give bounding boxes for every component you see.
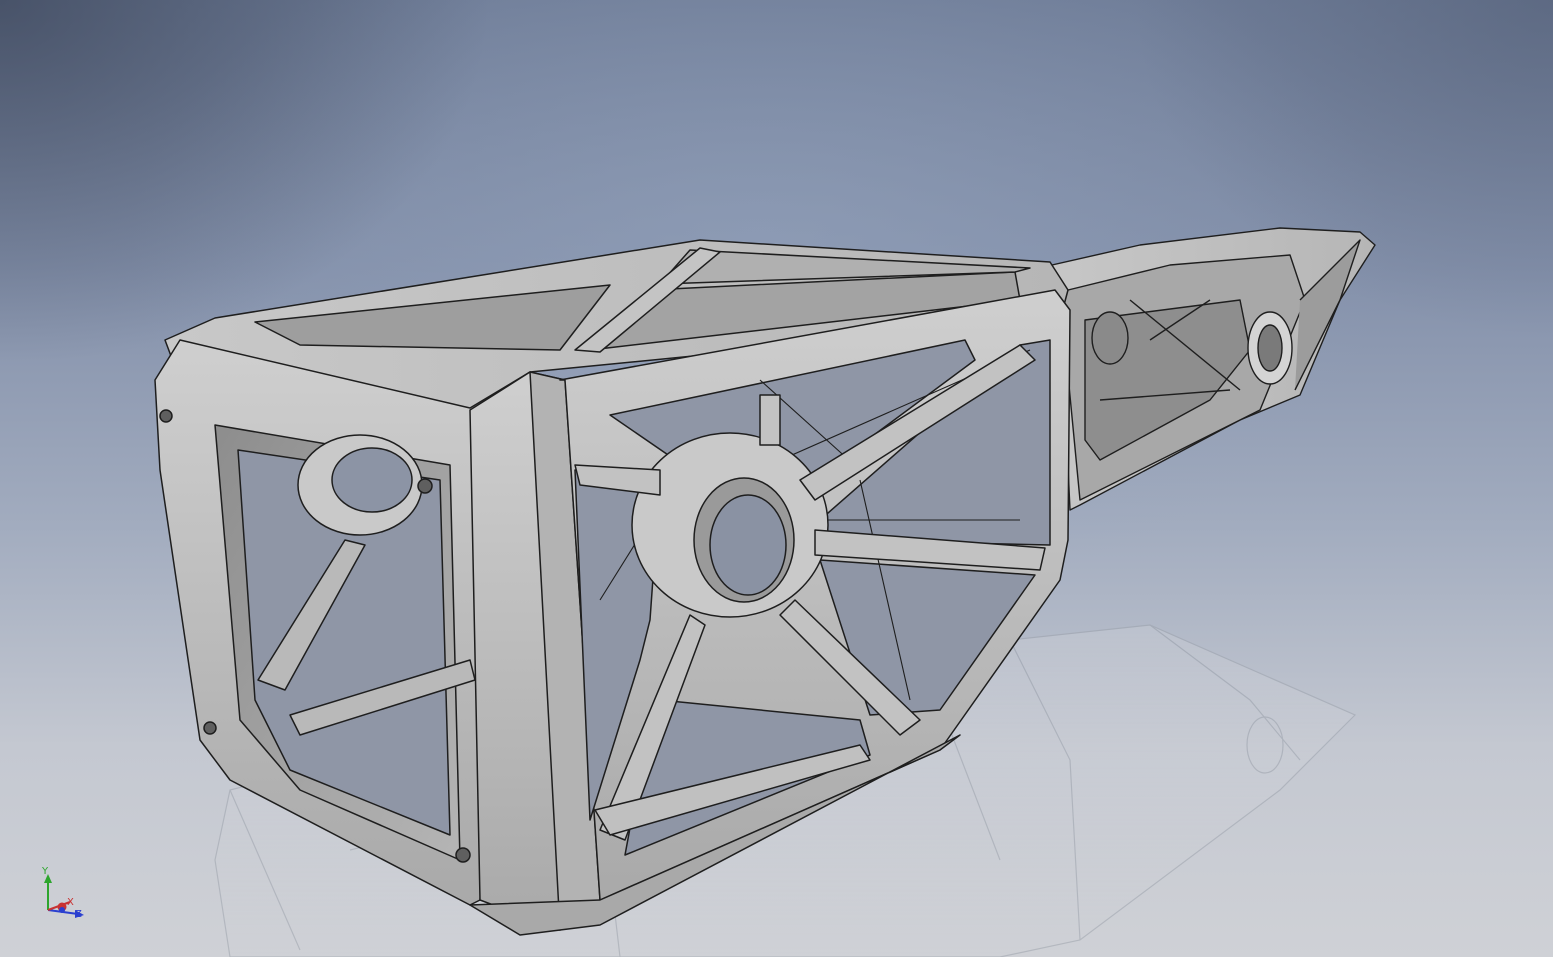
z-origin-marker [59, 907, 65, 913]
view-triad[interactable]: Y X Z [30, 862, 100, 932]
triad-axes [44, 874, 84, 918]
x-axis-label: X [67, 897, 74, 908]
y-axis-label: Y [42, 866, 49, 877]
graphics-viewport[interactable]: Y X Z [0, 0, 1553, 957]
rear-bracket [1029, 227, 1376, 511]
z-axis-label: Z [75, 909, 82, 920]
model-canvas[interactable] [0, 0, 1553, 957]
